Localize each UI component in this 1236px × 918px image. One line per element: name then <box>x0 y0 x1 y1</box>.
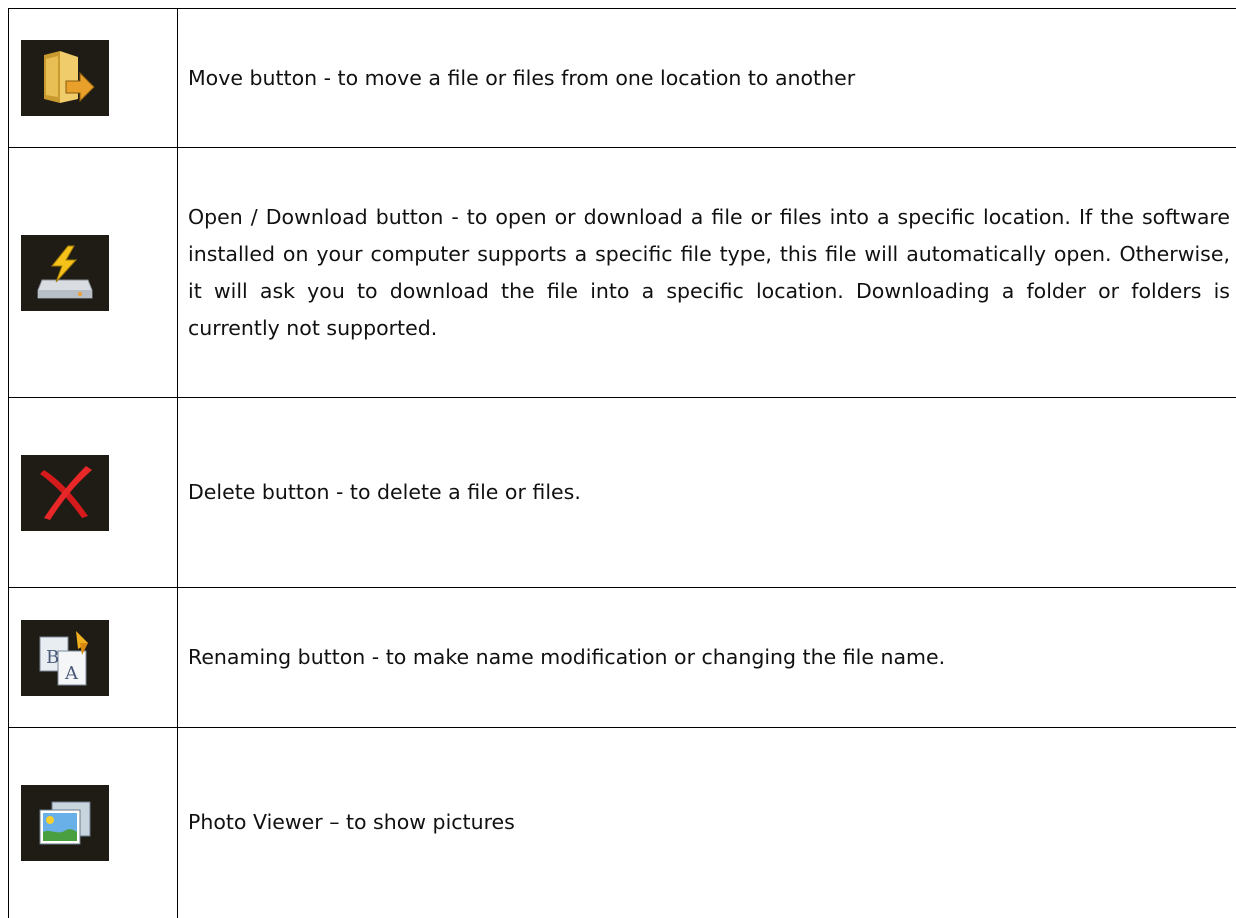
photo-viewer-icon <box>21 785 109 861</box>
icon-cell <box>9 398 178 588</box>
rename-ba-icon: B A <box>21 620 109 696</box>
description-cell: Photo Viewer – to show pictures <box>178 728 1236 918</box>
description-cell: Open / Download button - to open or down… <box>178 148 1236 398</box>
table-row: Open / Download button - to open or down… <box>9 148 1236 398</box>
row-description: Open / Download button - to open or down… <box>188 199 1230 347</box>
icon-cell: B A <box>9 588 178 728</box>
icon-cell <box>9 9 178 148</box>
description-cell: Move button - to move a file or files fr… <box>178 9 1236 148</box>
table-row: Photo Viewer – to show pictures <box>9 728 1236 918</box>
description-cell: Delete button - to delete a file or file… <box>178 398 1236 588</box>
table-row: B A Renaming button - to make name modif… <box>9 588 1236 728</box>
row-description: Move button - to move a file or files fr… <box>188 60 1230 97</box>
table-row: Move button - to move a file or files fr… <box>9 9 1236 148</box>
table-row: Delete button - to delete a file or file… <box>9 398 1236 588</box>
row-description: Photo Viewer – to show pictures <box>188 804 1230 841</box>
download-drive-icon <box>21 235 109 311</box>
row-description: Delete button - to delete a file or file… <box>188 474 1230 511</box>
button-reference-table: Move button - to move a file or files fr… <box>8 8 1236 918</box>
svg-text:A: A <box>64 663 79 684</box>
move-folder-icon <box>21 40 109 116</box>
icon-cell <box>9 148 178 398</box>
red-x-delete-icon <box>21 455 109 531</box>
svg-text:B: B <box>46 647 59 668</box>
icon-cell <box>9 728 178 918</box>
row-description: Renaming button - to make name modificat… <box>188 639 1230 676</box>
description-cell: Renaming button - to make name modificat… <box>178 588 1236 728</box>
